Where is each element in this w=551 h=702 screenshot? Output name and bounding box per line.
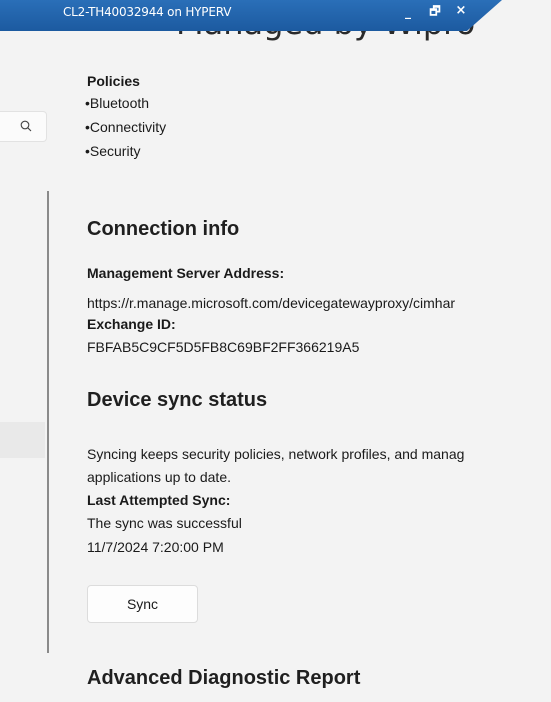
- server-address-label: Management Server Address:: [87, 265, 285, 281]
- policy-item-security: •Security: [85, 143, 141, 159]
- sync-description-cont: applications up to date.: [87, 469, 231, 485]
- sync-status-title: Device sync status: [87, 389, 268, 411]
- diagnostic-report-title: Advanced Diagnostic Report: [87, 667, 361, 689]
- close-button[interactable]: ×: [453, 3, 469, 19]
- remote-session-bar[interactable]: CL2-TH40032944 on HYPERV _ 🗗 ×: [0, 0, 502, 31]
- search-icon: [20, 120, 32, 132]
- minimize-button[interactable]: _: [400, 4, 416, 20]
- search-input[interactable]: [0, 111, 47, 142]
- sidebar-divider: [47, 191, 49, 653]
- policy-item-connectivity: •Connectivity: [85, 119, 167, 135]
- exchange-id-value: FBFAB5C9CF5D5FB8C69BF2FF366219A5: [87, 339, 360, 355]
- policies-label: Policies: [87, 73, 140, 89]
- sidebar-item-selected[interactable]: [0, 422, 45, 458]
- server-address-value: https://r.manage.microsoft.com/devicegat…: [87, 295, 456, 311]
- session-title: CL2-TH40032944 on HYPERV: [63, 5, 232, 19]
- restore-button[interactable]: 🗗: [427, 3, 443, 19]
- connection-info-title: Connection info: [87, 218, 240, 240]
- sync-timestamp: 11/7/2024 7:20:00 PM: [87, 539, 224, 555]
- sync-result: The sync was successful: [87, 515, 242, 531]
- sync-button[interactable]: Sync: [87, 585, 198, 623]
- settings-window: Managed by Wipro CL2-TH40032944 on HYPER…: [0, 0, 551, 702]
- sync-description: Syncing keeps security policies, network…: [87, 446, 465, 462]
- last-sync-label: Last Attempted Sync:: [87, 492, 231, 508]
- policy-item-bluetooth: •Bluetooth: [85, 95, 150, 111]
- exchange-id-label: Exchange ID:: [87, 316, 176, 332]
